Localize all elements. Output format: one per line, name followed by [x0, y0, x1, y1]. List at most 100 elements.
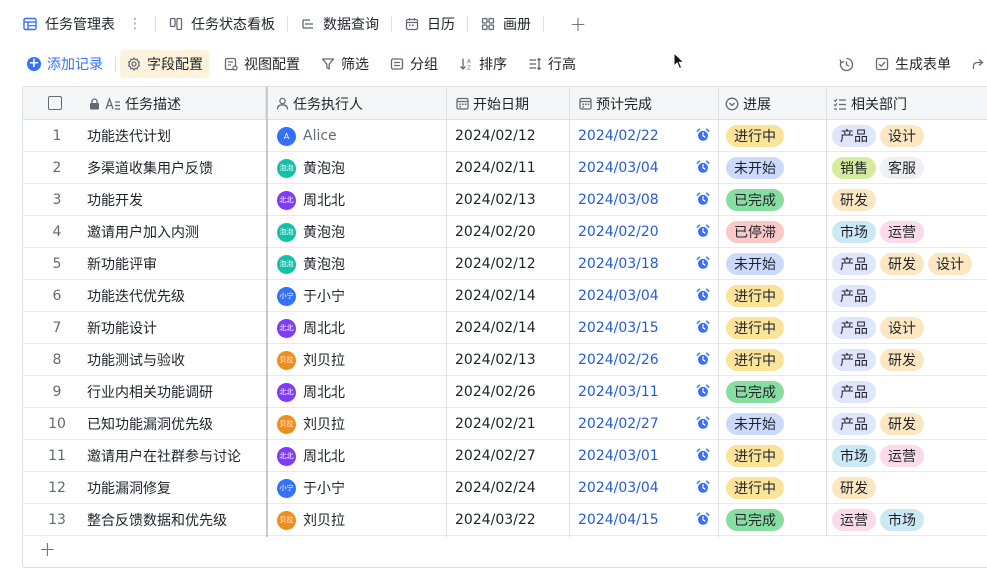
start-date-cell[interactable]: 2024/02/13	[455, 184, 568, 216]
dept-cell[interactable]: 产品 研发 设计	[832, 248, 987, 280]
column-header-due-date[interactable]: 预计完成	[570, 87, 719, 120]
tab-gallery[interactable]: 画册	[480, 9, 531, 39]
dept-cell[interactable]: 运营 市场	[832, 504, 987, 536]
alarm-clock-icon[interactable]	[696, 512, 710, 526]
due-date-cell[interactable]: 2024/03/18	[578, 248, 717, 280]
start-date-cell[interactable]: 2024/02/12	[455, 248, 568, 280]
dept-cell[interactable]: 产品 研发	[832, 344, 987, 376]
table-row[interactable]: 2 多渠道收集用户反馈 泡泡 黄泡泡 2024/02/11 2024/03/04 未开始 销售…	[23, 152, 987, 184]
due-date-cell[interactable]: 2024/03/04	[578, 152, 717, 184]
start-date-cell[interactable]: 2024/02/13	[455, 344, 568, 376]
column-header-start-date[interactable]: 开始日期	[447, 87, 570, 120]
view-more-icon[interactable]: ⋮	[127, 16, 143, 32]
start-date-cell[interactable]: 2024/02/26	[455, 376, 568, 408]
alarm-clock-icon[interactable]	[696, 160, 710, 174]
due-date-cell[interactable]: 2024/03/01	[578, 440, 717, 472]
assignee-cell[interactable]: 北北 周北北	[277, 184, 445, 216]
share-button[interactable]	[965, 50, 987, 78]
desc-cell[interactable]: 功能漏洞修复	[87, 472, 265, 504]
desc-cell[interactable]: 功能迭代优先级	[87, 280, 265, 312]
desc-cell[interactable]: 功能迭代计划	[87, 120, 265, 152]
assignee-cell[interactable]: 贝拉 刘贝拉	[277, 408, 445, 440]
dept-cell[interactable]: 市场 运营	[832, 440, 987, 472]
progress-cell[interactable]: 未开始	[726, 248, 826, 280]
dept-cell[interactable]: 产品	[832, 280, 987, 312]
progress-cell[interactable]: 进行中	[726, 344, 826, 376]
table-row[interactable]: 3 功能开发 北北 周北北 2024/02/13 2024/03/08 已完成 研发	[23, 184, 987, 216]
progress-cell[interactable]: 进行中	[726, 472, 826, 504]
due-date-cell[interactable]: 2024/03/04	[578, 472, 717, 504]
table-row[interactable]: 10 已知功能漏洞优先级 贝拉 刘贝拉 2024/02/21 2024/02/27 未开始 产…	[23, 408, 987, 440]
progress-cell[interactable]: 未开始	[726, 152, 826, 184]
due-date-cell[interactable]: 2024/03/08	[578, 184, 717, 216]
select-all-checkbox[interactable]	[48, 96, 62, 110]
assignee-cell[interactable]: 泡泡 黄泡泡	[277, 216, 445, 248]
due-date-cell[interactable]: 2024/03/15	[578, 312, 717, 344]
column-header-progress[interactable]: 进展	[719, 87, 827, 120]
alarm-clock-icon[interactable]	[696, 480, 710, 494]
column-header-desc[interactable]: 任务描述	[87, 87, 266, 120]
due-date-cell[interactable]: 2024/02/26	[578, 344, 717, 376]
start-date-cell[interactable]: 2024/02/12	[455, 120, 568, 152]
assignee-cell[interactable]: 泡泡 黄泡泡	[277, 248, 445, 280]
table-row[interactable]: 8 功能测试与验收 贝拉 刘贝拉 2024/02/13 2024/02/26 进行中 产品 研发	[23, 344, 987, 376]
table-row[interactable]: 1 功能迭代计划 A Alice 2024/02/12 2024/02/22 进行中 产品 设计	[23, 120, 987, 152]
start-date-cell[interactable]: 2024/02/27	[455, 440, 568, 472]
table-row[interactable]: 5 新功能评审 泡泡 黄泡泡 2024/02/12 2024/03/18 未开始 产品 研发 设计	[23, 248, 987, 280]
frozen-column-divider[interactable]	[266, 87, 268, 537]
dept-cell[interactable]: 产品	[832, 376, 987, 408]
table-row[interactable]: 11 邀请用户在社群参与讨论 北北 周北北 2024/02/27 2024/03/01 进行…	[23, 440, 987, 472]
progress-cell[interactable]: 进行中	[726, 280, 826, 312]
sort-button[interactable]: AZ 排序	[452, 50, 513, 78]
assignee-cell[interactable]: 贝拉 刘贝拉	[277, 344, 445, 376]
progress-cell[interactable]: 已完成	[726, 504, 826, 536]
alarm-clock-icon[interactable]	[696, 256, 710, 270]
due-date-cell[interactable]: 2024/04/15	[578, 504, 717, 536]
alarm-clock-icon[interactable]	[696, 384, 710, 398]
dept-cell[interactable]: 研发	[832, 472, 987, 504]
progress-cell[interactable]: 进行中	[726, 120, 826, 152]
column-header-dept[interactable]: 相关部门	[827, 87, 987, 120]
row-height-button[interactable]: 行高	[521, 50, 582, 78]
tab-kanban[interactable]: 任务状态看板	[168, 9, 275, 39]
table-row[interactable]: 13 整合反馈数据和优先级 贝拉 刘贝拉 2024/03/22 2024/04/15 已完成…	[23, 504, 987, 536]
due-date-cell[interactable]: 2024/02/20	[578, 216, 717, 248]
desc-cell[interactable]: 功能测试与验收	[87, 344, 265, 376]
alarm-clock-icon[interactable]	[696, 128, 710, 142]
due-date-cell[interactable]: 2024/02/22	[578, 120, 717, 152]
assignee-cell[interactable]: 北北 周北北	[277, 376, 445, 408]
tab-task-table[interactable]: 任务管理表	[22, 9, 115, 39]
progress-cell[interactable]: 进行中	[726, 440, 826, 472]
generate-form-button[interactable]: 生成表单	[868, 50, 957, 78]
assignee-cell[interactable]: 泡泡 黄泡泡	[277, 152, 445, 184]
progress-cell[interactable]: 已完成	[726, 376, 826, 408]
progress-cell[interactable]: 已停滞	[726, 216, 826, 248]
start-date-cell[interactable]: 2024/02/14	[455, 312, 568, 344]
progress-cell[interactable]: 未开始	[726, 408, 826, 440]
field-config-button[interactable]: 字段配置	[120, 50, 209, 78]
tab-calendar[interactable]: 日历	[404, 9, 455, 39]
assignee-cell[interactable]: 小宁 于小宁	[277, 280, 445, 312]
table-row[interactable]: 9 行业内相关功能调研 北北 周北北 2024/02/26 2024/03/11 已完成 产品	[23, 376, 987, 408]
start-date-cell[interactable]: 2024/02/11	[455, 152, 568, 184]
alarm-clock-icon[interactable]	[696, 448, 710, 462]
desc-cell[interactable]: 已知功能漏洞优先级	[87, 408, 265, 440]
desc-cell[interactable]: 行业内相关功能调研	[87, 376, 265, 408]
dept-cell[interactable]: 研发	[832, 184, 987, 216]
start-date-cell[interactable]: 2024/02/14	[455, 280, 568, 312]
dept-cell[interactable]: 产品 设计	[832, 120, 987, 152]
alarm-clock-icon[interactable]	[696, 192, 710, 206]
table-row[interactable]: 6 功能迭代优先级 小宁 于小宁 2024/02/14 2024/03/04 进行中 产品	[23, 280, 987, 312]
add-row-icon[interactable]: +	[39, 539, 56, 559]
tab-query[interactable]: 数据查询	[300, 9, 379, 39]
progress-cell[interactable]: 已完成	[726, 184, 826, 216]
group-button[interactable]: 分组	[383, 50, 444, 78]
filter-button[interactable]: 筛选	[314, 50, 375, 78]
desc-cell[interactable]: 整合反馈数据和优先级	[87, 504, 265, 536]
alarm-clock-icon[interactable]	[696, 288, 710, 302]
add-view-icon[interactable]: +	[568, 12, 588, 36]
desc-cell[interactable]: 功能开发	[87, 184, 265, 216]
table-row[interactable]: 4 邀请用户加入内测 泡泡 黄泡泡 2024/02/20 2024/02/20 已停滞 市场运…	[23, 216, 987, 248]
alarm-clock-icon[interactable]	[696, 416, 710, 430]
dept-cell[interactable]: 产品 设计	[832, 312, 987, 344]
